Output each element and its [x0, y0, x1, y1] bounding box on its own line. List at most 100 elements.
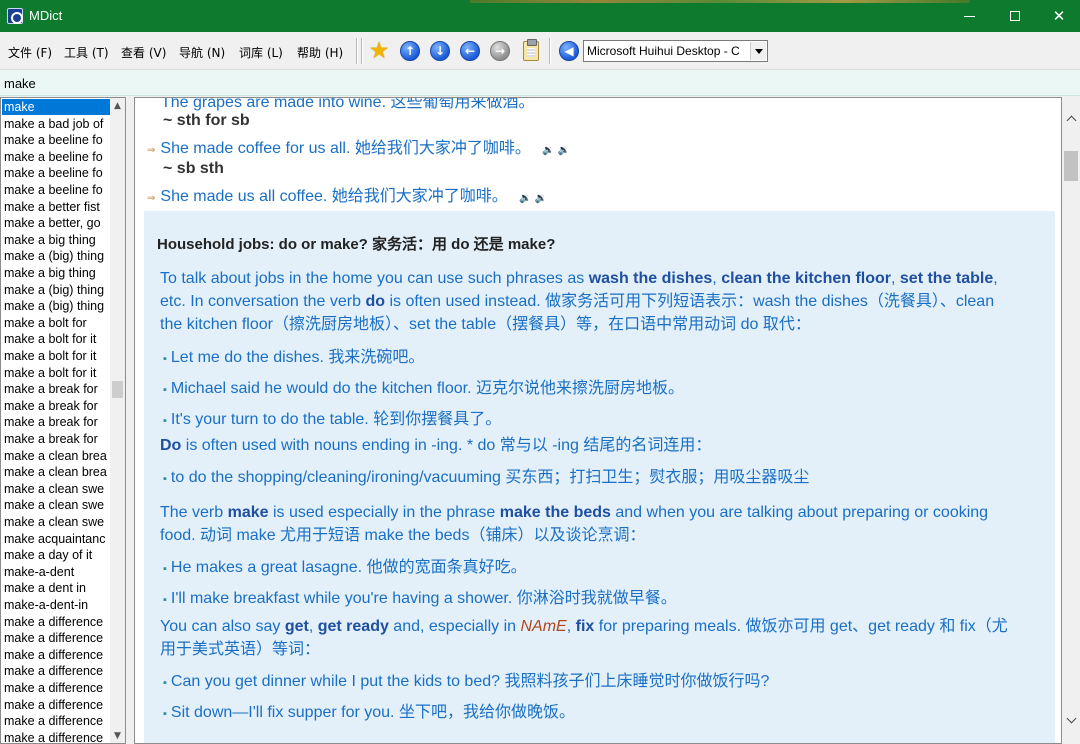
- word-list-item[interactable]: make a difference: [2, 730, 110, 743]
- word-list-item[interactable]: make a difference: [2, 614, 110, 630]
- word-list-scrollbar[interactable]: ▲ ▼: [110, 98, 125, 743]
- entry-content: The grapes are made into wine. 这些葡萄用来做酒。…: [134, 97, 1062, 744]
- word-list-item[interactable]: make a day of it: [2, 547, 110, 563]
- menu-view[interactable]: 查看 (V): [121, 44, 166, 61]
- word-list-item[interactable]: make a difference: [2, 713, 110, 729]
- window-title: MDict: [29, 8, 63, 23]
- word-list-item[interactable]: make a beeline fo: [2, 149, 110, 165]
- close-icon: ✕: [1052, 7, 1066, 25]
- arrow-right-icon: ⇒: [147, 193, 156, 204]
- speaker-icon[interactable]: 🔉: [558, 145, 570, 156]
- title-bar-decoration: [470, 0, 970, 3]
- search-bar: [0, 70, 1080, 96]
- maximize-button[interactable]: [992, 0, 1038, 32]
- minimize-button[interactable]: [946, 0, 992, 32]
- dictionary-select[interactable]: Microsoft Huihui Desktop - C: [583, 40, 768, 62]
- menu-navigate[interactable]: 导航 (N): [179, 44, 225, 61]
- word-list-item[interactable]: make a break for: [2, 381, 110, 397]
- word-list-item[interactable]: make a difference: [2, 680, 110, 696]
- usage-paragraph: Do is often used with nouns ending in -i…: [160, 437, 712, 454]
- toolbar-separator: [549, 38, 551, 64]
- usage-paragraph: etc. In conversation the verb do is ofte…: [160, 293, 995, 310]
- example-text: She made us all coffee. 她给我们大家冲了咖啡。: [160, 188, 508, 205]
- search-input[interactable]: [2, 73, 1076, 93]
- clipboard-button[interactable]: [520, 39, 542, 62]
- word-list-item[interactable]: make a (big) thing: [2, 298, 110, 314]
- example-text: She made coffee for us all. 她给我们大家冲了咖啡。: [160, 140, 531, 157]
- word-list-item[interactable]: make a bolt for it: [2, 365, 110, 381]
- speaker-icon[interactable]: 🔉: [519, 193, 531, 204]
- word-list-item[interactable]: make a big thing: [2, 232, 110, 248]
- word-list-item[interactable]: make a bolt for: [2, 315, 110, 331]
- word-list-item[interactable]: make a break for: [2, 398, 110, 414]
- close-button[interactable]: ✕: [1036, 0, 1080, 32]
- usage-example: ▪ Sit down—I'll fix supper for you. 坐下吧，我…: [163, 704, 575, 721]
- speaker-icon[interactable]: 🔉: [542, 145, 554, 156]
- word-list-item[interactable]: make a beeline fo: [2, 165, 110, 181]
- dropdown-button[interactable]: [750, 42, 766, 60]
- word-list-item[interactable]: make a clean swe: [2, 497, 110, 513]
- word-list-item[interactable]: make a clean swe: [2, 514, 110, 530]
- word-list-item[interactable]: make a difference: [2, 647, 110, 663]
- word-list-item[interactable]: make a dent in: [2, 580, 110, 596]
- usage-paragraph: You can also say get, get ready and, esp…: [160, 618, 1008, 635]
- next-entry-button[interactable]: ↓: [429, 40, 451, 62]
- word-list-item[interactable]: make a difference: [2, 630, 110, 646]
- favorite-button[interactable]: ★: [368, 40, 390, 63]
- arrow-left-icon: ←: [460, 41, 480, 61]
- word-list-item[interactable]: make a (big) thing: [2, 248, 110, 264]
- menu-tools[interactable]: 工具 (T): [64, 44, 109, 61]
- usage-example: ▪ He makes a great lasagne. 他做的宽面条真好吃。: [163, 559, 527, 576]
- word-list-item[interactable]: make a break for: [2, 431, 110, 447]
- example-sentence: ⇒ She made us all coffee. 她给我们大家冲了咖啡。 🔉 🔉: [147, 182, 547, 206]
- app-icon: [7, 8, 23, 24]
- bullet-icon: ▪: [163, 353, 167, 365]
- word-list-item[interactable]: make a beeline fo: [2, 132, 110, 148]
- word-list-item[interactable]: make a bolt for it: [2, 331, 110, 347]
- word-list-item[interactable]: make-a-dent: [2, 564, 110, 580]
- word-list-item[interactable]: make a better, go: [2, 215, 110, 231]
- speaker-icon[interactable]: 🔉: [535, 193, 547, 204]
- word-list-item[interactable]: make acquaintanc: [2, 531, 110, 547]
- word-list-item[interactable]: make a beeline fo: [2, 182, 110, 198]
- word-list-item[interactable]: make-a-dent-in: [2, 597, 110, 613]
- word-list-item[interactable]: make a big thing: [2, 265, 110, 281]
- word-list-item[interactable]: make a (big) thing: [2, 282, 110, 298]
- word-list-item[interactable]: make: [2, 99, 110, 115]
- usage-note-title: Household jobs: do or make? 家务活：用 do 还是 …: [157, 236, 556, 253]
- speak-back-button[interactable]: ◀: [558, 40, 580, 62]
- usage-example: ▪ Can you get dinner while I put the kids…: [163, 673, 770, 690]
- back-button[interactable]: ←: [459, 40, 481, 62]
- word-list-item[interactable]: make a clean brea: [2, 464, 110, 480]
- menu-file[interactable]: 文件 (F): [8, 44, 52, 61]
- bullet-icon: ▪: [163, 677, 167, 689]
- usage-paragraph: 用于美式英语）等词：: [160, 641, 321, 658]
- word-list-item[interactable]: make a difference: [2, 663, 110, 679]
- menu-library[interactable]: 词库 (L): [239, 44, 283, 61]
- word-list-item[interactable]: make a bad job of: [2, 116, 110, 132]
- example-sentence: ⇒ She made coffee for us all. 她给我们大家冲了咖啡。…: [147, 134, 570, 158]
- scroll-down-icon[interactable]: [1062, 711, 1080, 729]
- usage-paragraph: the kitchen floor（擦洗厨房地板）、set the table（…: [160, 316, 811, 333]
- scrollbar-thumb[interactable]: [1064, 151, 1078, 181]
- word-list-item[interactable]: make a better fist: [2, 199, 110, 215]
- scroll-down-icon[interactable]: ▼: [110, 728, 125, 743]
- word-list-item[interactable]: make a break for: [2, 414, 110, 430]
- toolbar-separator: [361, 38, 363, 64]
- word-list-item[interactable]: make a clean swe: [2, 481, 110, 497]
- bullet-icon: ▪: [163, 594, 167, 606]
- word-list-item[interactable]: make a clean brea: [2, 448, 110, 464]
- pane-splitter[interactable]: [126, 97, 134, 744]
- usage-paragraph: food. 动词 make 尤用于短语 make the beds（铺床）以及谈…: [160, 527, 646, 544]
- menu-help[interactable]: 帮助 (H): [297, 44, 343, 61]
- word-list-item[interactable]: make a difference: [2, 697, 110, 713]
- scrollbar-thumb[interactable]: [112, 381, 123, 398]
- word-list-item[interactable]: make a bolt for it: [2, 348, 110, 364]
- previous-entry-button[interactable]: ↑: [399, 40, 421, 62]
- title-bar: MDict ✕: [0, 0, 1080, 32]
- scroll-up-icon[interactable]: ▲: [110, 98, 125, 113]
- clipboard-icon: [523, 39, 539, 61]
- content-scrollbar[interactable]: [1062, 97, 1080, 744]
- forward-button[interactable]: →: [489, 40, 511, 62]
- scroll-up-icon[interactable]: [1062, 109, 1080, 127]
